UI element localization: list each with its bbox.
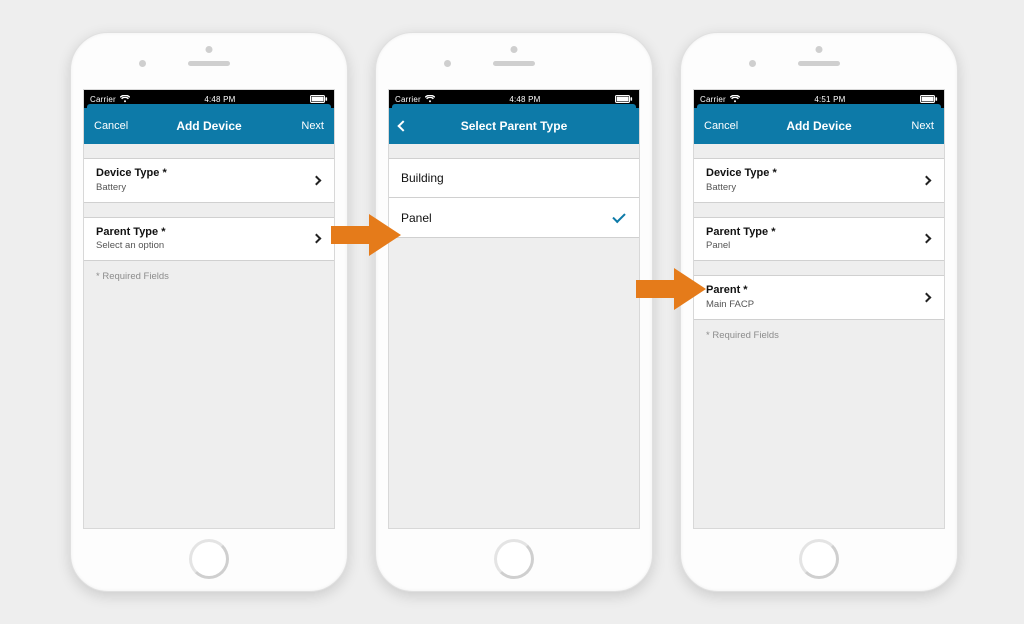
app-header: Select Parent Type <box>389 108 639 144</box>
row-device-type[interactable]: Device Type * Battery <box>694 158 944 203</box>
row-value: Panel <box>706 240 776 252</box>
phone-frame-2: Carrier 4:48 PM Select Parent Type <box>375 32 653 592</box>
row-value: Battery <box>96 182 167 194</box>
row-value: Select an option <box>96 240 166 252</box>
wifi-icon <box>120 95 130 103</box>
page-title: Select Parent Type <box>461 119 568 133</box>
row-parent[interactable]: Parent * Main FACP <box>694 275 944 320</box>
required-hint: * Required Fields <box>694 330 944 341</box>
chevron-right-icon <box>312 175 322 185</box>
chevron-right-icon <box>922 293 932 303</box>
phone-screen-3: Carrier 4:51 PM Cancel Add Device Next <box>693 89 945 529</box>
next-button[interactable]: Next <box>901 108 944 144</box>
option-label: Building <box>401 171 444 185</box>
battery-icon <box>615 95 633 103</box>
chevron-left-icon <box>397 120 408 131</box>
option-panel[interactable]: Panel <box>389 198 639 238</box>
status-time: 4:51 PM <box>814 95 845 104</box>
cancel-button[interactable]: Cancel <box>694 108 748 144</box>
phone-speaker <box>493 61 535 66</box>
carrier-label: Carrier <box>700 95 726 104</box>
cancel-button[interactable]: Cancel <box>84 108 138 144</box>
phone-speaker <box>188 61 230 66</box>
option-building[interactable]: Building <box>389 158 639 198</box>
chevron-right-icon <box>312 234 322 244</box>
row-value: Main FACP <box>706 299 754 311</box>
page-title: Add Device <box>176 119 241 133</box>
phone-sensor <box>511 46 518 53</box>
app-header: Cancel Add Device Next <box>84 108 334 144</box>
row-parent-type[interactable]: Parent Type * Select an option <box>84 217 334 262</box>
phone-screen-2: Carrier 4:48 PM Select Parent Type <box>388 89 640 529</box>
page-title: Add Device <box>786 119 851 133</box>
carrier-label: Carrier <box>395 95 421 104</box>
wifi-icon <box>730 95 740 103</box>
phone-sensor <box>816 46 823 53</box>
wifi-icon <box>425 95 435 103</box>
row-label: Device Type * <box>96 167 167 181</box>
phone-screen-1: Carrier 4:48 PM Cancel Add Device Next <box>83 89 335 529</box>
phone-sensor <box>206 46 213 53</box>
app-header: Cancel Add Device Next <box>694 108 944 144</box>
home-button[interactable] <box>799 539 839 579</box>
row-label: Parent Type * <box>706 226 776 240</box>
battery-icon <box>310 95 328 103</box>
next-button[interactable]: Next <box>291 108 334 144</box>
chevron-right-icon <box>922 175 932 185</box>
back-button[interactable] <box>389 108 417 144</box>
phone-frame-3: Carrier 4:51 PM Cancel Add Device Next <box>680 32 958 592</box>
phone-camera <box>139 60 146 67</box>
status-time: 4:48 PM <box>509 95 540 104</box>
row-device-type[interactable]: Device Type * Battery <box>84 158 334 203</box>
required-hint: * Required Fields <box>84 271 334 282</box>
option-label: Panel <box>401 211 432 225</box>
checkmark-icon <box>612 209 625 222</box>
row-value: Battery <box>706 182 777 194</box>
home-button[interactable] <box>189 539 229 579</box>
phone-speaker <box>798 61 840 66</box>
row-label: Parent Type * <box>96 226 166 240</box>
chevron-right-icon <box>922 234 932 244</box>
row-parent-type[interactable]: Parent Type * Panel <box>694 217 944 262</box>
row-label: Parent * <box>706 284 754 298</box>
battery-icon <box>920 95 938 103</box>
carrier-label: Carrier <box>90 95 116 104</box>
home-button[interactable] <box>494 539 534 579</box>
phone-camera <box>444 60 451 67</box>
phone-frame-1: Carrier 4:48 PM Cancel Add Device Next <box>70 32 348 592</box>
row-label: Device Type * <box>706 167 777 181</box>
phone-camera <box>749 60 756 67</box>
status-time: 4:48 PM <box>204 95 235 104</box>
